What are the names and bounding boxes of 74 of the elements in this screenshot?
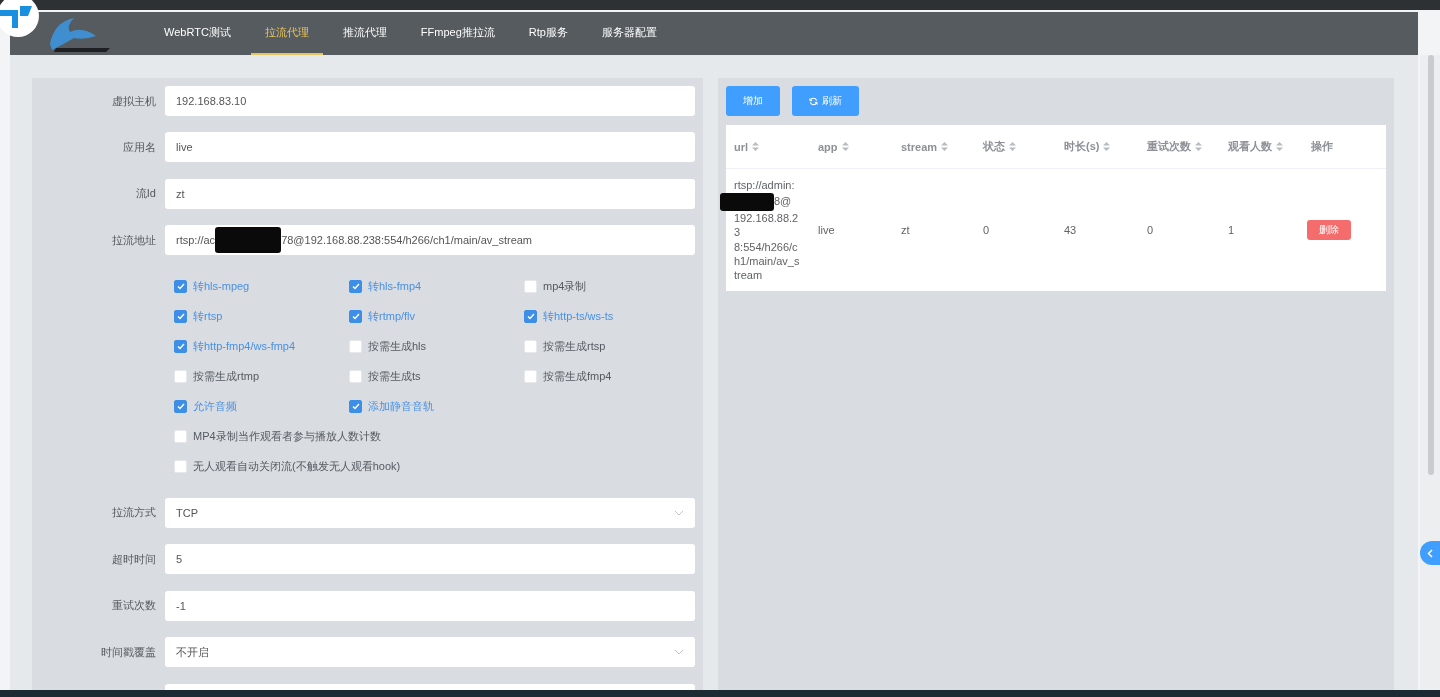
chevron-down-icon [674,509,684,516]
table-cell-text: 1 [1227,224,1236,236]
url-text: 8:554/h266/c [734,239,798,254]
sort-icon[interactable] [1009,142,1016,151]
checkbox-option[interactable]: mp4录制 [524,279,699,295]
refresh-icon [809,96,818,106]
input-field[interactable]: zt [165,178,695,209]
checkbox-option[interactable]: 无人观看自动关闭流(不触发无人观看hook) [174,459,401,475]
add-button[interactable]: 增加 [726,86,780,116]
input-field[interactable]: live [165,132,695,163]
checkbox[interactable] [174,340,187,354]
sort-icon[interactable] [1103,142,1111,151]
column-header[interactable]: 重试次数 [1139,139,1220,154]
column-header[interactable]: 状态 [975,139,1056,154]
redaction-mark [215,227,282,254]
checkbox-option[interactable]: MP4录制当作观看者参与播放人数计数 [174,429,381,445]
input-field[interactable]: 192.168.83.10 [165,86,695,116]
url-text: 8@ [774,194,792,209]
nav-tab[interactable]: 服务器配置 [587,12,671,55]
nav-tab[interactable]: Rtp服务 [514,12,582,55]
url-text: tream [734,268,763,283]
chevron-down-icon [674,649,684,656]
field-label: 拉流方式 [111,505,157,521]
column-header[interactable]: 观看人数 [1220,139,1303,154]
checkbox-option[interactable]: 按需生成rtmp [174,369,349,385]
nav-tab[interactable]: FFmpeg推拉流 [406,12,509,55]
refresh-button[interactable]: 刷新 [792,86,859,116]
url-text: h1/main/av_s [734,253,800,269]
checkbox[interactable] [524,310,537,324]
nav-tab[interactable]: 推流代理 [328,12,401,55]
select-field[interactable]: TCP [165,497,695,528]
field-label: 时间戳覆盖 [100,644,157,660]
scrollbar-thumb[interactable] [1428,55,1434,475]
checkbox[interactable] [349,280,362,294]
sort-icon[interactable] [752,142,760,151]
checkbox[interactable] [349,310,362,324]
sort-icon[interactable] [1276,142,1283,151]
delete-button[interactable]: 删除 [1307,220,1351,240]
column-header[interactable]: stream [893,140,975,153]
table-cell-text: zt [900,224,911,236]
url-text: rtsp://admin: [734,177,796,192]
redaction-mark [720,192,774,211]
input-field[interactable]: rtsp://ac 78@192.168.88.238:554/h266/ch1/main/av_stream [165,225,695,256]
checkbox[interactable] [174,280,187,294]
table-cell-text: 43 [1063,224,1078,236]
table-cell-text: 0 [982,224,991,236]
input-field[interactable]: -1 [165,590,695,621]
field-label: 超时时间 [111,551,157,567]
checkbox-option[interactable]: 按需生成ts [349,369,524,385]
field-label: 拉流地址 [111,232,157,248]
field-label: 重试次数 [111,598,157,614]
checkbox[interactable] [174,310,187,324]
checkbox-option[interactable]: 按需生成fmp4 [524,369,699,385]
sort-icon[interactable] [841,142,849,151]
checkbox[interactable] [349,400,362,414]
checkbox-option[interactable]: 按需生成hls [349,339,524,355]
checkbox-option[interactable]: 按需生成rtsp [524,339,699,355]
field-label: 虚拟主机 [111,93,157,109]
field-label: 应用名 [122,139,157,155]
table-cell-text: live [817,224,836,236]
select-field[interactable]: 不开启 [165,637,695,668]
checkbox[interactable] [174,400,187,414]
column-header[interactable]: app [810,140,893,153]
nav-tab[interactable]: WebRTC测试 [150,12,245,55]
url-text: 192.168.88.23 [734,210,800,240]
table-cell-text: 0 [1146,224,1155,236]
column-header[interactable]: 操作 [1303,139,1386,154]
input-field[interactable]: 5 [165,544,695,575]
column-header[interactable]: 时长(s) [1056,139,1139,154]
chevron-left-icon [1427,548,1433,558]
column-header[interactable]: url [726,140,810,153]
sort-icon[interactable] [941,142,949,151]
field-label: 流Id [134,186,157,202]
sort-icon[interactable] [1195,142,1202,151]
